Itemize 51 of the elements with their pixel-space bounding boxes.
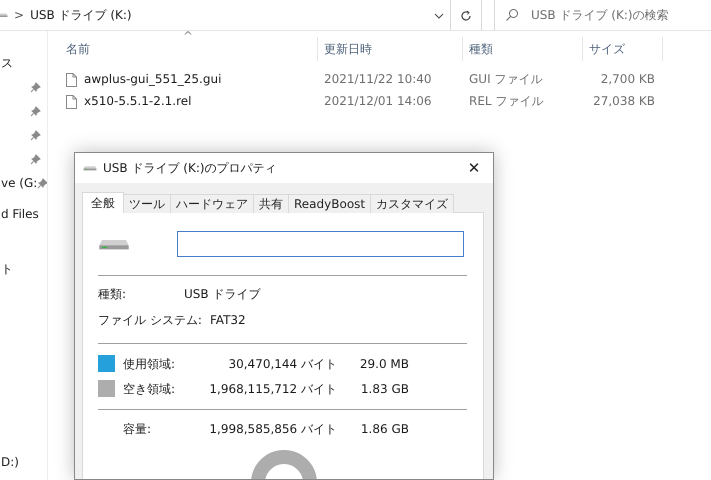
tab[interactable]: ReadyBoost — [288, 194, 372, 213]
file-size: 27,038 KB — [593, 93, 655, 110]
drive-icon — [83, 164, 97, 172]
file-icon — [66, 70, 77, 88]
field-value: USB ドライブ — [184, 286, 260, 303]
name-field[interactable] — [177, 231, 464, 257]
byte-count: 1,998,585,856 バイト — [208, 421, 337, 438]
breadcrumb-separator: > — [14, 7, 24, 24]
file-name[interactable]: awplus-gui_551_25.gui — [84, 70, 222, 88]
pin-icon[interactable] — [30, 130, 41, 140]
file-icon — [66, 92, 77, 110]
tab[interactable]: 全般 — [82, 192, 124, 213]
pin-icon[interactable] — [30, 106, 41, 116]
search-icon — [505, 8, 519, 22]
sidebar-item[interactable]: D:) — [1, 453, 19, 471]
file-size: 2,700 KB — [600, 71, 655, 88]
field-label: 種類: — [98, 286, 128, 303]
pin-icon[interactable] — [37, 178, 47, 188]
field-label: ファイル システム: — [98, 312, 203, 329]
modified-date: 2021/11/22 10:40 — [324, 71, 432, 88]
column-header[interactable]: 種類 — [463, 37, 583, 61]
column-header[interactable]: サイズ — [583, 37, 663, 61]
pin-icon[interactable] — [30, 82, 41, 92]
file-type: GUI ファイル — [469, 71, 542, 88]
field-value: FAT32 — [210, 312, 246, 329]
sidebar-item[interactable]: ト — [1, 260, 13, 278]
refresh-icon — [460, 10, 472, 22]
field-label: 使用領域: — [123, 356, 176, 372]
field-label: 空き領域: — [123, 380, 176, 398]
file-name[interactable]: x510-5.5.1-2.1.rel — [84, 92, 192, 110]
modified-date: 2021/12/01 14:06 — [324, 93, 432, 110]
tab[interactable]: カスタマイズ — [370, 194, 454, 213]
tab[interactable]: ツール — [123, 194, 171, 213]
sidebar-item[interactable]: ス — [1, 54, 13, 72]
address-path[interactable]: USB ドライブ (K:) — [30, 6, 132, 24]
pin-icon[interactable] — [30, 154, 41, 164]
size-value: 1.86 GB — [360, 421, 409, 438]
sidebar-item[interactable]: d Files — [1, 205, 39, 223]
window-title: USB ドライブ (K:)のプロパティ — [103, 160, 278, 177]
byte-count: 1,968,115,712 バイト — [208, 380, 337, 398]
close-button[interactable]: ✕ — [459, 156, 489, 180]
column-header[interactable]: 更新日時 — [318, 37, 463, 61]
byte-count: 30,470,144 バイト — [227, 356, 337, 372]
file-type: REL ファイル — [469, 93, 544, 110]
tab[interactable]: 共有 — [253, 194, 289, 213]
size-value: 1.83 GB — [360, 380, 409, 398]
field-label: 容量: — [123, 421, 152, 438]
size-value: 29.0 MB — [358, 356, 409, 372]
sidebar-item[interactable]: ve (G: — [1, 174, 38, 192]
tab[interactable]: ハードウェア — [170, 194, 254, 213]
column-header[interactable]: 名前 — [60, 37, 318, 61]
